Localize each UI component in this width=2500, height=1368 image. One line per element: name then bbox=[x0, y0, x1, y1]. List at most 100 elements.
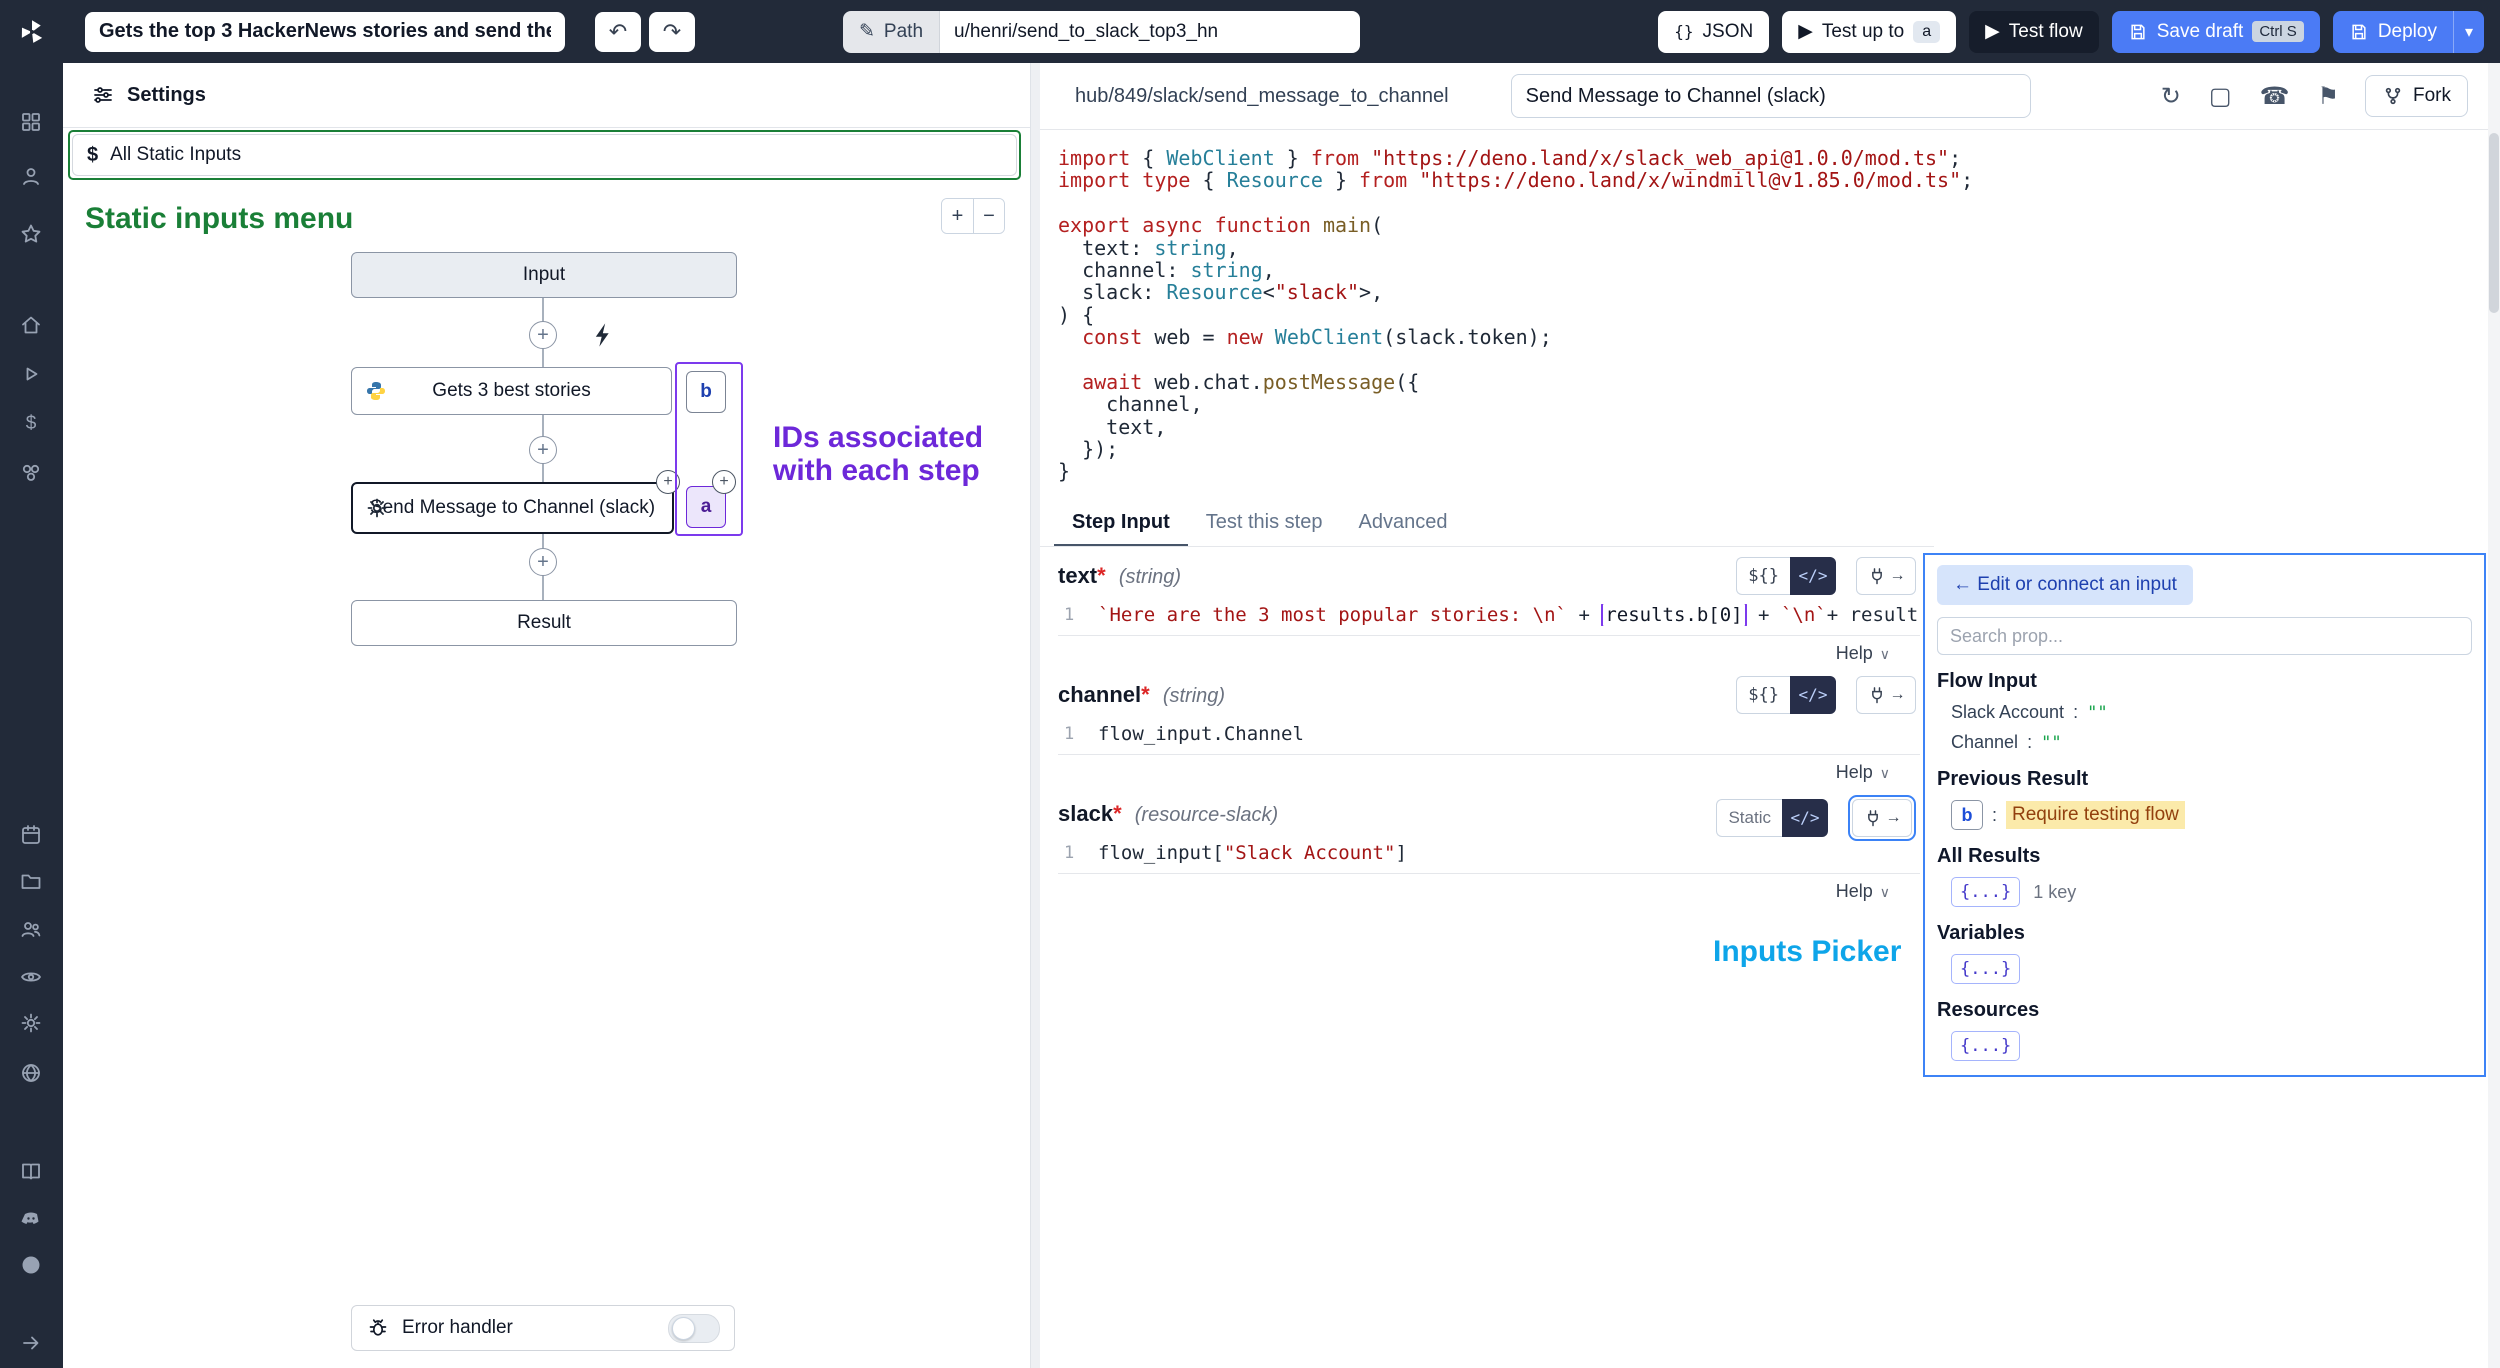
annotation-blue-plug-box: → bbox=[1848, 795, 1916, 841]
schedules-icon[interactable] bbox=[19, 823, 45, 849]
settings-gear-icon[interactable] bbox=[19, 1011, 45, 1037]
step-id-badge-b[interactable]: b bbox=[686, 371, 726, 413]
variables-object-chip[interactable]: {...} bbox=[1951, 954, 2020, 984]
previous-result-b[interactable]: b : Require testing flow bbox=[1951, 800, 2472, 830]
insert-step-button[interactable]: + bbox=[529, 436, 557, 464]
play-icon: ▶ bbox=[1985, 20, 2000, 43]
path-label: Path bbox=[884, 21, 923, 43]
flow-settings-header[interactable]: Settings bbox=[63, 63, 1030, 128]
prop-channel[interactable]: Channel : "" bbox=[1951, 732, 2472, 753]
groups-icon[interactable] bbox=[19, 917, 45, 943]
static-mode-button[interactable]: Static bbox=[1716, 799, 1782, 837]
prop-slack-account[interactable]: Slack Account : "" bbox=[1951, 702, 2472, 723]
code-mode-button[interactable]: </> bbox=[1790, 676, 1836, 714]
template-mode-button[interactable]: ${} bbox=[1736, 557, 1790, 595]
code-mode-button[interactable]: </> bbox=[1790, 557, 1836, 595]
undo-button[interactable]: ↶ bbox=[595, 12, 641, 52]
json-button[interactable]: {} JSON bbox=[1658, 11, 1769, 53]
step-input-fields: text* (string) ${} </> → 1 `Here are the… bbox=[1040, 563, 1920, 904]
help-link[interactable]: Help∨ bbox=[1836, 881, 1890, 902]
plug-icon bbox=[1867, 566, 1887, 586]
resources-row: {...} bbox=[1951, 1031, 2472, 1061]
text-expression-editor[interactable]: 1 `Here are the 3 most popular stories: … bbox=[1058, 604, 1920, 636]
resources-icon[interactable] bbox=[19, 461, 45, 487]
redo-button[interactable]: ↷ bbox=[649, 12, 695, 52]
connect-input-button[interactable]: → bbox=[1856, 676, 1916, 714]
phone-icon[interactable]: ☎ bbox=[2260, 82, 2290, 111]
test-flow-button[interactable]: ▶ Test flow bbox=[1969, 11, 2099, 53]
play-icon: ▶ bbox=[1798, 20, 1813, 43]
zoom-out-button[interactable]: − bbox=[973, 199, 1004, 233]
flow-node-step-b[interactable]: Gets 3 best stories bbox=[351, 367, 672, 415]
line-number: 1 bbox=[1058, 843, 1098, 863]
code-mode-button[interactable]: </> bbox=[1782, 799, 1828, 837]
error-handler-label: Error handler bbox=[402, 1317, 513, 1339]
home-icon[interactable] bbox=[19, 313, 45, 339]
flow-title-input[interactable] bbox=[85, 12, 565, 52]
template-mode-button[interactable]: ${} bbox=[1736, 676, 1790, 714]
bug-icon bbox=[366, 1316, 390, 1340]
deploy-button[interactable]: Deploy bbox=[2333, 11, 2453, 53]
scrollbar-thumb[interactable] bbox=[2489, 133, 2499, 313]
step-summary-input[interactable] bbox=[1511, 74, 2031, 118]
flag-icon[interactable]: ⚑ bbox=[2317, 82, 2339, 111]
tab-test-this-step[interactable]: Test this step bbox=[1188, 501, 1341, 546]
deploy-menu-button[interactable]: ▾ bbox=[2453, 11, 2484, 53]
help-link[interactable]: Help∨ bbox=[1836, 643, 1890, 664]
connect-input-button[interactable]: → bbox=[1852, 799, 1912, 837]
undo-icon: ↶ bbox=[609, 19, 627, 44]
flow-node-step-a[interactable]: Send Message to Channel (slack) bbox=[351, 482, 674, 534]
require-testing-note: Require testing flow bbox=[2006, 801, 2185, 829]
docs-book-icon[interactable] bbox=[19, 1159, 45, 1185]
all-static-inputs-button[interactable]: $ All Static Inputs bbox=[72, 134, 1017, 176]
connect-input-button[interactable]: → bbox=[1856, 557, 1916, 595]
test-up-to-button[interactable]: ▶ Test up to a bbox=[1782, 11, 1956, 53]
discord-icon[interactable] bbox=[19, 1206, 45, 1232]
user-icon[interactable] bbox=[19, 164, 45, 190]
save-draft-button[interactable]: Save draft Ctrl S bbox=[2112, 11, 2320, 53]
fork-button[interactable]: Fork bbox=[2365, 75, 2468, 117]
grid-icon[interactable] bbox=[19, 110, 45, 136]
refresh-icon[interactable]: ↻ bbox=[2161, 82, 2181, 111]
runs-icon[interactable] bbox=[19, 362, 45, 388]
tab-step-input[interactable]: Step Input bbox=[1054, 501, 1188, 546]
tab-advanced[interactable]: Advanced bbox=[1340, 501, 1465, 546]
expand-icon[interactable]: ▢ bbox=[2209, 82, 2232, 111]
github-icon[interactable] bbox=[19, 1253, 45, 1279]
slack-expression-editor[interactable]: 1 flow_input["Slack Account"] bbox=[1058, 842, 1920, 874]
prop-search-input[interactable] bbox=[1937, 617, 2472, 655]
resources-object-chip[interactable]: {...} bbox=[1951, 1031, 2020, 1061]
code-editor[interactable]: import { WebClient } from "https://deno.… bbox=[1040, 130, 2488, 483]
channel-expression-editor[interactable]: 1 flow_input.Channel bbox=[1058, 723, 1920, 755]
save-draft-label: Save draft bbox=[2157, 21, 2244, 43]
node-move-handle[interactable]: + bbox=[712, 470, 736, 494]
error-handler[interactable]: Error handler bbox=[351, 1305, 735, 1351]
folders-icon[interactable] bbox=[19, 869, 45, 895]
all-results-object-chip[interactable]: {...} bbox=[1951, 877, 2020, 907]
help-link[interactable]: Help∨ bbox=[1836, 762, 1890, 783]
arrow-right-icon: → bbox=[1886, 809, 1902, 827]
node-move-handle[interactable]: + bbox=[656, 470, 680, 494]
flow-node-input[interactable]: Input bbox=[351, 252, 737, 298]
fork-icon bbox=[2382, 85, 2404, 107]
trigger-bolt-icon[interactable] bbox=[590, 321, 618, 349]
hub-script-path[interactable]: hub/849/slack/send_message_to_channel bbox=[1075, 85, 1449, 108]
workers-globe-icon[interactable] bbox=[19, 1061, 45, 1087]
edit-connect-input-button[interactable]: ← Edit or connect an input bbox=[1937, 565, 2193, 605]
insert-step-button[interactable]: + bbox=[529, 548, 557, 576]
windmill-logo[interactable] bbox=[0, 0, 63, 63]
topbar-actions: {} JSON ▶ Test up to a ▶ Test flow Save … bbox=[1658, 11, 2484, 53]
expand-rail-arrow-icon[interactable] bbox=[19, 1331, 45, 1357]
star-icon[interactable] bbox=[19, 222, 45, 248]
field-text: text* (string) ${} </> → 1 `Here are the… bbox=[1058, 563, 1920, 666]
variables-icon[interactable]: $ bbox=[19, 411, 45, 437]
settings-label: Settings bbox=[127, 84, 206, 107]
path-chip[interactable]: ✎ Path bbox=[843, 11, 939, 53]
scrollbar-track[interactable] bbox=[2488, 63, 2500, 1368]
flow-node-result[interactable]: Result bbox=[351, 600, 737, 646]
zoom-in-button[interactable]: + bbox=[942, 199, 973, 233]
path-input[interactable] bbox=[939, 11, 1360, 53]
insert-step-button[interactable]: + bbox=[529, 321, 557, 349]
audit-eye-icon[interactable] bbox=[19, 965, 45, 991]
error-handler-toggle[interactable] bbox=[668, 1314, 720, 1343]
